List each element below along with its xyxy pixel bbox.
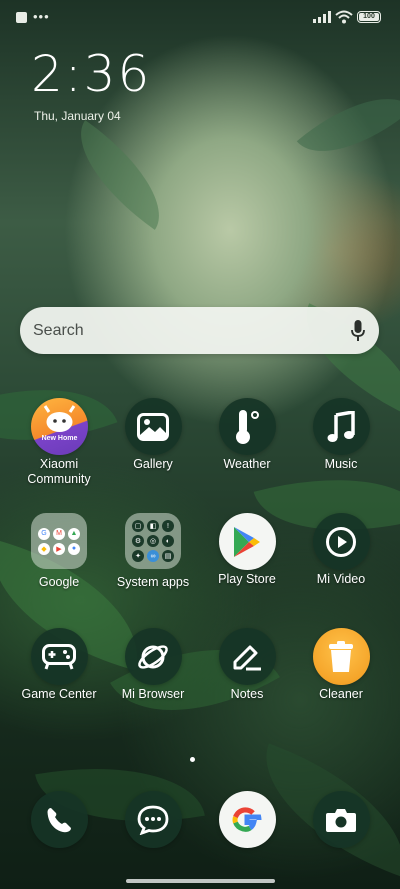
app-weather[interactable]: Weather [199, 398, 295, 472]
app-mi-video[interactable]: Mi Video [293, 513, 389, 587]
app-cleaner[interactable]: Cleaner [293, 628, 389, 702]
clock-time[interactable]: 2:36 [31, 46, 151, 102]
app-label: Weather [223, 457, 271, 471]
app-label: Notes [230, 687, 264, 701]
gallery-icon [124, 398, 182, 455]
app-label: Community [27, 471, 91, 486]
app-label: Google [38, 575, 80, 589]
app-label: Game Center [21, 687, 97, 701]
dock-google[interactable] [199, 791, 295, 848]
wallpaper-leaf [296, 70, 400, 180]
folder-icon: G M ▲ ◆ ▶ ● [31, 513, 87, 569]
trash-icon [312, 628, 370, 685]
badge-text: New Home [41, 435, 77, 442]
app-play-store[interactable]: Play Store [199, 513, 295, 587]
wifi-icon [335, 10, 353, 24]
dock-messages[interactable] [105, 791, 201, 848]
more-dots-icon: ••• [33, 9, 50, 24]
app-label: System apps [116, 575, 190, 589]
phone-icon [30, 791, 88, 848]
gamepad-icon [30, 628, 88, 685]
play-circle-icon [312, 513, 370, 570]
app-label: Music [324, 457, 358, 471]
music-note-icon [312, 398, 370, 455]
app-mi-browser[interactable]: Mi Browser [105, 628, 201, 702]
app-label: Play Store [218, 572, 276, 586]
app-game-center[interactable]: Game Center [11, 628, 107, 702]
app-gallery[interactable]: Gallery [105, 398, 201, 472]
signal-icon [313, 11, 331, 23]
search-bar[interactable]: Search [20, 307, 379, 354]
camera-icon [312, 791, 370, 848]
folder-google[interactable]: G M ▲ ◆ ▶ ● Google [11, 513, 107, 590]
wallpaper-leaf [56, 120, 184, 230]
battery-icon: 100 [357, 11, 381, 23]
notification-square-icon [16, 12, 27, 23]
planet-icon [124, 628, 182, 685]
folder-icon: ▢ ◧! ⚙ ◎ ◐ ✦ ∞ ▤ [125, 513, 181, 569]
app-xiaomi-community[interactable]: New Home Xiaomi Community [11, 398, 107, 486]
thermometer-icon [218, 398, 276, 455]
app-label: Xiaomi [39, 457, 79, 471]
play-store-icon [218, 513, 276, 570]
gesture-home-bar[interactable] [126, 879, 275, 883]
messages-icon [124, 791, 182, 848]
pencil-icon [218, 628, 276, 685]
app-label: Cleaner [319, 687, 363, 701]
dock-camera[interactable] [293, 791, 389, 848]
app-label: Gallery [133, 457, 173, 471]
xiaomi-community-icon: New Home [30, 398, 88, 455]
page-dot-active [190, 757, 195, 762]
page-indicator [190, 757, 195, 762]
folder-system-apps[interactable]: ▢ ◧! ⚙ ◎ ◐ ✦ ∞ ▤ System apps [105, 513, 201, 590]
app-label: Mi Browser [121, 687, 185, 701]
google-icon [218, 791, 276, 848]
dock-phone[interactable] [11, 791, 107, 848]
mic-icon[interactable] [351, 320, 365, 342]
app-notes[interactable]: Notes [199, 628, 295, 702]
status-bar: ••• 100 [0, 0, 400, 34]
search-placeholder: Search [33, 322, 84, 339]
app-label: Mi Video [316, 572, 366, 586]
clock-date[interactable]: Thu, January 04 [34, 109, 121, 123]
battery-level: 100 [363, 13, 375, 20]
app-music[interactable]: Music [293, 398, 389, 472]
